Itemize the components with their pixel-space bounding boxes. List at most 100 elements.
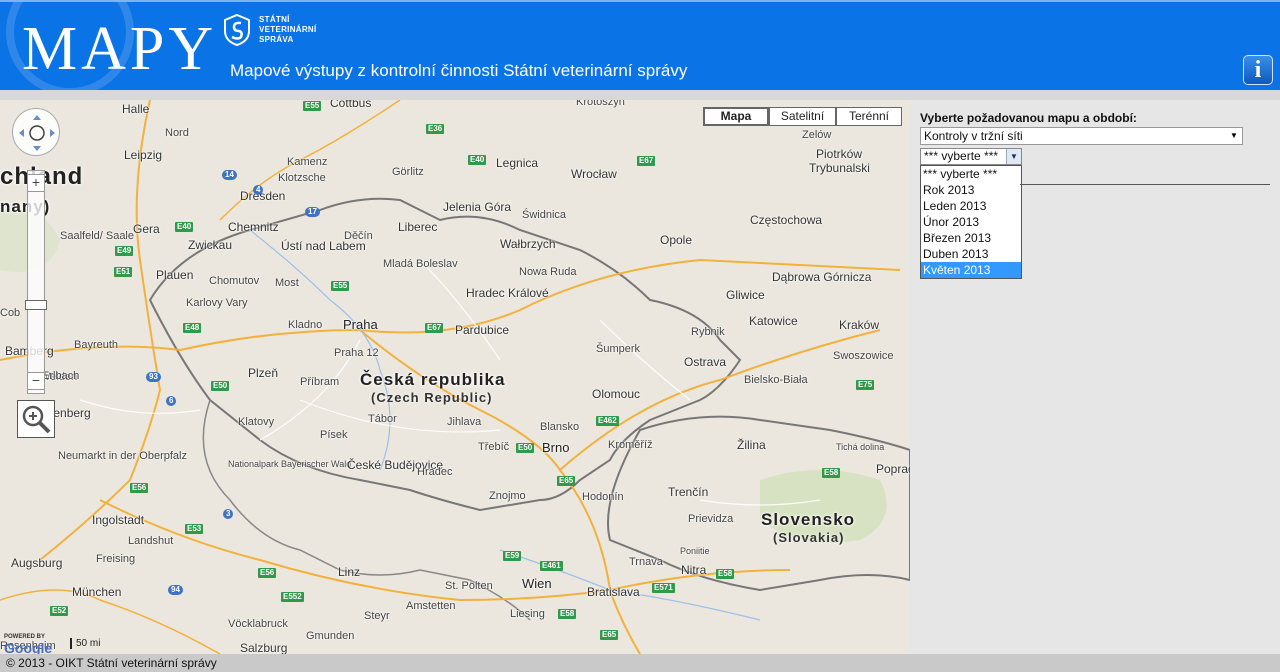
road-shield: E49 [115,246,134,256]
city-label: Bayreuth [74,339,119,351]
city-label: Hradec [417,466,453,478]
city-label: Opole [660,233,693,247]
city-label: Kamenz [287,156,328,168]
city-label: Częstochowa [750,213,823,227]
footer: © 2013 - OIKT Státní veterinární správy [0,654,1280,672]
city-label: Prievidza [688,513,734,525]
brand-title: MAPY [22,15,218,83]
city-label: Cottbus [330,100,372,110]
zoom-out-button[interactable]: − [27,372,45,390]
city-label: Znojmo [489,490,526,502]
google-logo[interactable]: Google [4,640,52,654]
city-label: Jihlava [447,416,482,428]
org-name-line: SPRÁVA [259,35,294,44]
road-shield: E461 [540,561,563,571]
city-label: Chomutov [209,275,260,287]
period-option[interactable]: Duben 2013 [921,246,1021,262]
city-label: Nord [165,127,189,139]
zoom-slider-thumb[interactable] [25,300,47,310]
period-option[interactable]: Rok 2013 [921,182,1021,198]
org-name-line: VETERINÁRNÍ [259,25,317,34]
country-label: Slovensko [761,510,856,529]
city-label: Krotoszyn [576,100,625,108]
city-label: Zwickau [188,238,233,252]
city-label: Steyr [364,610,390,622]
country-label: Česká republika [360,370,506,389]
map-type-select[interactable]: Kontroly v tržní síti ▼ [920,127,1243,145]
road-shield: E58 [558,609,577,619]
city-label: St. Pölten [445,580,493,592]
filter-panel: Vyberte požadovanou mapu a období: Kontr… [910,100,1280,654]
city-label: Liberec [398,220,438,234]
map-type-button-satellite[interactable]: Satelitní [769,107,836,126]
city-label: Liesing [510,608,545,620]
city-label: Vöcklabruck [228,618,288,630]
city-label: Praha [343,317,378,332]
map-type-button-terrain[interactable]: Terénní [836,107,902,126]
city-label: Jelenia Góra [443,200,512,214]
road-shield: E56 [130,483,149,493]
city-label: Halle [122,102,150,116]
road-shield: E552 [281,592,304,602]
city-label: Cob [0,307,21,319]
city-label: Dąbrowa Górnicza [772,270,872,284]
period-dropdown-list: *** vyberte *** Rok 2013 Leden 2013 Únor… [920,165,1022,279]
period-option[interactable]: Leden 2013 [921,198,1021,214]
road-shield: E36 [426,124,445,134]
period-option-selected[interactable]: Květen 2013 [921,262,1021,278]
period-select[interactable]: *** vyberte *** ▼ [920,148,1022,165]
city-label: Legnica [496,156,539,170]
road-shield: E52 [50,606,69,616]
city-label: Erlbach [42,370,80,382]
city-label: Bielsko-Biała [744,374,808,386]
info-button[interactable]: i [1243,55,1273,85]
city-label: Zelów [802,129,832,141]
map-type-button-map[interactable]: Mapa [703,107,769,126]
period-option[interactable]: Březen 2013 [921,230,1021,246]
city-label: Nowa Ruda [519,266,577,278]
city-label: Augsburg [11,556,63,570]
city-label: Trenčín [668,485,709,499]
period-option[interactable]: Únor 2013 [921,214,1021,230]
magnifier-button[interactable] [17,400,55,438]
city-label: Wałbrzych [500,237,556,251]
road-shield: E75 [856,380,875,390]
zoom-in-button[interactable]: + [27,174,45,192]
city-label: Bratislava [587,585,640,599]
road-shield: E59 [503,551,522,561]
city-label: Amstetten [406,600,456,612]
filter-label: Vyberte požadovanou mapu a období: [920,111,1137,125]
period-option[interactable]: *** vyberte *** [921,166,1021,182]
city-label: Gera [133,222,160,236]
road-shield: E40 [175,222,194,232]
road-shield: E53 [185,524,204,534]
road-shield: E67 [425,323,444,333]
chevron-down-icon[interactable]: ▼ [1006,149,1021,164]
city-label: Karlovy Vary [186,297,248,309]
city-label: Most [275,277,299,289]
city-label: Ingolstadt [92,513,145,527]
city-label: Kroměříž [608,439,653,451]
map-canvas[interactable]: Česká republika (Czech Republic) Slovens… [0,100,910,654]
city-label: Olomouc [592,387,641,401]
city-label: Klatovy [238,416,275,428]
header-separator [0,90,1280,100]
city-label: Klotzsche [278,172,326,184]
city-label: Salzburg [240,641,288,654]
road-shield: E55 [303,101,322,111]
city-label: Mladá Boleslav [383,258,458,270]
org-name: STÁTNÍ VETERINÁRNÍ SPRÁVA [259,15,317,45]
pan-control[interactable] [12,108,60,156]
road-shield: E67 [637,156,656,166]
map-scale: 50 mi [70,638,100,649]
city-label: Nitra [681,563,707,577]
google-attribution: POWERED BY Google [4,634,52,654]
road-shield: 14 [222,170,237,180]
city-label: Trnava [629,556,663,568]
road-shield: 94 [168,585,183,595]
svs-emblem-icon [224,13,250,47]
zoom-slider-track[interactable] [27,170,45,394]
city-label: Šumperk [596,343,641,355]
page-subtitle: Mapové výstupy z kontrolní činnosti Stát… [230,61,688,80]
city-label: Hradec Králové [466,286,549,300]
